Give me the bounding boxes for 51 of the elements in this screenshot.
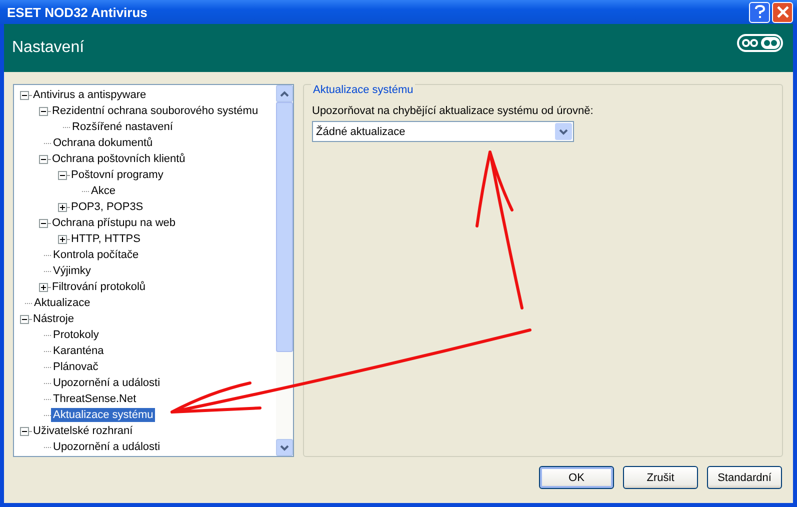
tree-item[interactable]: Upozornění a události [51, 376, 162, 390]
collapse-icon[interactable] [20, 314, 29, 324]
group-title: Aktualizace systému [311, 84, 416, 96]
help-button[interactable] [749, 2, 770, 22]
scrollbar[interactable] [276, 85, 293, 456]
dialog-button[interactable]: Zrušit [623, 466, 698, 489]
close-icon [776, 6, 788, 18]
chevron-down-icon [559, 128, 568, 134]
close-button[interactable] [772, 2, 793, 22]
tree-item[interactable]: Aktualizace [32, 296, 92, 310]
tree-item[interactable]: HTTP, HTTPS [69, 232, 142, 246]
level-dropdown[interactable]: Žádné aktualizace [312, 121, 574, 142]
tree-item[interactable]: Ochrana přístupu na web [50, 216, 178, 230]
tree-item[interactable]: Uživatelské rozhraní [31, 424, 135, 438]
expand-icon[interactable] [58, 202, 67, 212]
dialog-button[interactable]: Standardní [707, 466, 782, 489]
tree-item[interactable]: Nástroje [31, 312, 76, 326]
tree-item[interactable]: Ochrana dokumentů [51, 136, 155, 150]
tree-item[interactable]: Protokoly [51, 328, 101, 342]
tree-item[interactable]: Výjimky [51, 264, 93, 278]
tree-item[interactable]: Kontrola počítače [51, 248, 141, 262]
tree-item[interactable]: Upozornění a události [51, 440, 162, 454]
tree-item[interactable]: Akce [89, 184, 118, 198]
tree-item[interactable]: ThreatSense.Net [51, 392, 138, 406]
collapse-icon[interactable] [39, 154, 48, 164]
scroll-up-button[interactable] [276, 85, 293, 102]
collapse-icon[interactable] [39, 218, 48, 228]
section-title: Nastavení [12, 39, 84, 57]
scroll-thumb[interactable] [276, 102, 293, 352]
collapse-icon[interactable] [20, 90, 29, 100]
expand-icon[interactable] [39, 282, 48, 292]
scroll-down-button[interactable] [276, 439, 293, 456]
logo-icon [737, 34, 783, 52]
field-label: Upozorňovat na chybějící aktualizace systému od úrovně: [312, 105, 594, 117]
tree-item[interactable]: Rozšířené nastavení [70, 120, 175, 134]
window-title: ESET NOD32 Antivirus [7, 4, 148, 20]
expand-icon[interactable] [58, 234, 67, 244]
tree-item[interactable]: Rezidentní ochrana souborového systému [50, 104, 260, 118]
dialog-button[interactable]: OK [539, 466, 614, 489]
tree-item[interactable]: Filtrování protokolů [50, 280, 148, 294]
collapse-icon[interactable] [58, 170, 67, 180]
tree-item[interactable]: POP3, POP3S [69, 200, 146, 214]
tree-item[interactable]: Poštovní programy [69, 168, 166, 182]
tree-item[interactable]: Antivirus a antispyware [31, 88, 148, 102]
tree-item[interactable]: Karanténa [51, 344, 106, 358]
tree-item[interactable]: Plánovač [51, 360, 100, 374]
collapse-icon[interactable] [20, 426, 29, 436]
collapse-icon[interactable] [39, 106, 48, 116]
tree-item[interactable]: Aktualizace systému [51, 408, 156, 422]
tree-item[interactable]: Ochrana poštovních klientů [50, 152, 188, 166]
help-icon [754, 5, 766, 19]
